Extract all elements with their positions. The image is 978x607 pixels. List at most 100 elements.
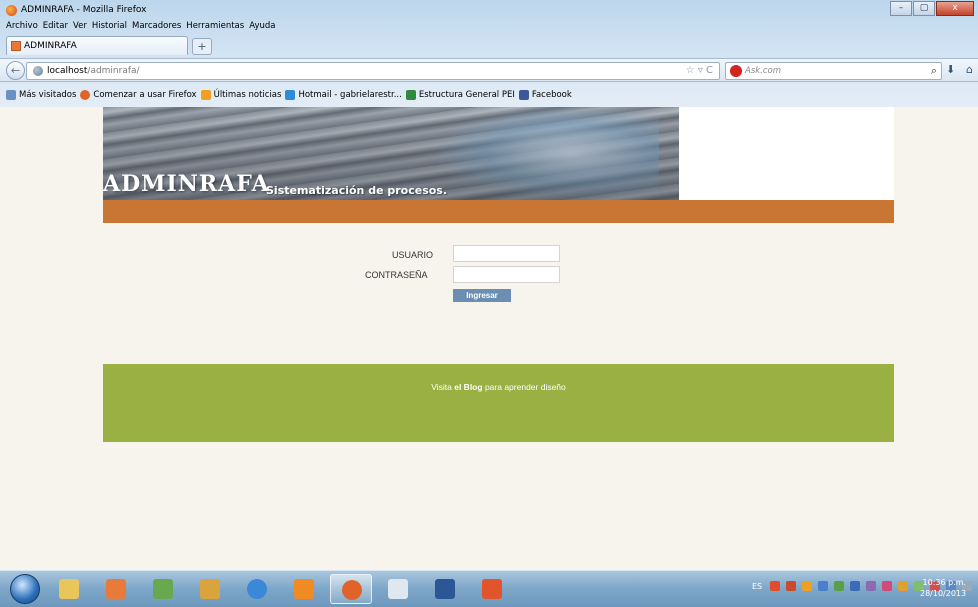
header-banner-image: ADMINRAFA Sistematización de procesos.: [103, 107, 679, 200]
bookmark-ultimas-noticias[interactable]: Últimas noticias: [200, 90, 282, 100]
notepad-icon: [153, 579, 173, 599]
language-indicator[interactable]: ES: [752, 582, 762, 591]
menu-ver[interactable]: Ver: [73, 21, 87, 31]
tray-icon[interactable]: [802, 581, 812, 591]
bookmark-mas-visitados[interactable]: Más visitados: [6, 90, 76, 100]
bookmark-estructura-pei[interactable]: Estructura General PEI: [405, 90, 515, 100]
footer-prefix: Visita: [431, 382, 452, 392]
taskbar: ES 10:36 p.m. 28/10/2013: [0, 570, 978, 607]
url-bar[interactable]: localhost /adminrafa/ ☆ ▿ C: [26, 62, 720, 80]
tray-icon[interactable]: [770, 581, 780, 591]
taskbar-notepad[interactable]: [142, 574, 184, 604]
user-label: USUARIO: [392, 250, 434, 260]
bookmark-label: Comenzar a usar Firefox: [93, 90, 197, 100]
back-button[interactable]: ←: [6, 61, 25, 80]
menu-editar[interactable]: Editar: [43, 21, 68, 31]
tray-icon[interactable]: [898, 581, 908, 591]
search-input[interactable]: Ask.com ⌕: [725, 62, 942, 80]
database-icon: [388, 579, 408, 599]
download-icon[interactable]: ⬇: [946, 63, 955, 76]
bookmark-label: Hotmail - gabrielarestr...: [298, 90, 402, 100]
maximize-button[interactable]: ▢: [913, 1, 935, 16]
ask-engine-icon[interactable]: [730, 65, 742, 77]
taskbar-media-player[interactable]: [95, 574, 137, 604]
taskbar-explorer[interactable]: [48, 574, 90, 604]
tray-icon[interactable]: [882, 581, 892, 591]
navigation-bar: ← localhost /adminrafa/ ☆ ▿ C Ask.com ⌕ …: [0, 58, 978, 82]
tray-icon[interactable]: [834, 581, 844, 591]
clock-date: 28/10/2013: [920, 589, 967, 598]
facebook-icon: [518, 90, 529, 100]
bookmark-label: Más visitados: [19, 90, 77, 100]
bookmark-facebook[interactable]: Facebook: [518, 90, 572, 100]
site-title: ADMINRAFA: [103, 171, 270, 197]
media-player-icon: [106, 579, 126, 599]
bookmark-comenzar-firefox[interactable]: Comenzar a usar Firefox: [80, 90, 197, 100]
password-label: CONTRASEÑA: [365, 270, 428, 280]
close-button[interactable]: x: [936, 1, 974, 16]
site-subtitle: Sistematización de procesos.: [266, 184, 448, 197]
window-title: ADMINRAFA - Mozilla Firefox: [21, 5, 147, 15]
home-icon[interactable]: ⌂: [966, 63, 973, 76]
bookmark-label: Facebook: [531, 90, 572, 100]
taskbar-ie[interactable]: [236, 574, 278, 604]
folder-icon: [59, 579, 79, 599]
bookmark-hotmail[interactable]: Hotmail - gabrielarestr...: [285, 90, 402, 100]
new-tab-button[interactable]: +: [192, 38, 212, 55]
tab-strip: ADMINRAFA +: [6, 36, 212, 56]
menu-herramientas[interactable]: Herramientas: [186, 21, 244, 31]
taskbar-sql-tool[interactable]: [377, 574, 419, 604]
tray-icon[interactable]: [850, 581, 860, 591]
browser-chrome: ADMINRAFA - Mozilla Firefox – ▢ x Archiv…: [0, 0, 978, 107]
site-header: ADMINRAFA Sistematización de procesos.: [103, 107, 894, 200]
taskbar-office[interactable]: [471, 574, 513, 604]
word-icon: [435, 579, 455, 599]
taskbar-word[interactable]: [424, 574, 466, 604]
rss-icon: [200, 90, 211, 100]
tray-icon[interactable]: [866, 581, 876, 591]
firefox-icon: [80, 90, 91, 100]
web-page: ADMINRAFA Sistematización de procesos. U…: [0, 107, 978, 570]
msn-icon: [285, 90, 296, 100]
url-host: localhost: [47, 66, 88, 76]
taskbar-vlc[interactable]: [283, 574, 325, 604]
page-favicon-icon: [11, 41, 21, 51]
tab-label: ADMINRAFA: [24, 41, 77, 51]
search-placeholder: Ask.com: [745, 66, 782, 76]
taskbar-clock[interactable]: 10:36 p.m. 28/10/2013: [920, 577, 966, 599]
firefox-icon: [6, 5, 17, 16]
site-identity-icon[interactable]: [33, 66, 43, 76]
menu-archivo[interactable]: Archivo: [6, 21, 38, 31]
bookmark-folder-icon: [6, 90, 16, 100]
bookmark-label: Últimas noticias: [213, 90, 282, 100]
title-bar: ADMINRAFA - Mozilla Firefox – ▢ x: [0, 0, 978, 20]
office-icon: [482, 579, 502, 599]
firefox-icon: [342, 580, 362, 600]
header-accent-bar: [103, 200, 894, 223]
menu-historial[interactable]: Historial: [92, 21, 127, 31]
site-footer: Visita el Blog para aprender diseño: [103, 364, 894, 442]
url-path: /adminrafa/: [87, 66, 140, 76]
user-field[interactable]: [453, 245, 560, 262]
menu-marcadores[interactable]: Marcadores: [132, 21, 181, 31]
minimize-button[interactable]: –: [890, 1, 912, 16]
taskbar-firefox[interactable]: [330, 574, 372, 604]
tray-icon[interactable]: [818, 581, 828, 591]
vlc-icon: [294, 579, 314, 599]
menu-ayuda[interactable]: Ayuda: [249, 21, 275, 31]
internet-explorer-icon: [247, 579, 267, 599]
password-field[interactable]: [453, 266, 560, 283]
blog-link[interactable]: el Blog: [454, 382, 482, 392]
bookmarks-toolbar: Más visitados Comenzar a usar Firefox Úl…: [6, 86, 572, 104]
menu-bar: Archivo Editar Ver Historial Marcadores …: [6, 21, 275, 31]
start-button[interactable]: [10, 574, 40, 604]
bookmark-reload-icons[interactable]: ☆ ▿ C: [686, 65, 713, 76]
clock-time: 10:36 p.m.: [922, 578, 967, 587]
login-button[interactable]: Ingresar: [453, 289, 511, 302]
tray-icon[interactable]: [786, 581, 796, 591]
spreadsheet-icon: [405, 90, 416, 100]
bookmark-label: Estructura General PEI: [418, 90, 515, 100]
taskbar-paint[interactable]: [189, 574, 231, 604]
tab-adminrafa[interactable]: ADMINRAFA: [6, 36, 188, 55]
search-icon[interactable]: ⌕: [931, 64, 937, 78]
